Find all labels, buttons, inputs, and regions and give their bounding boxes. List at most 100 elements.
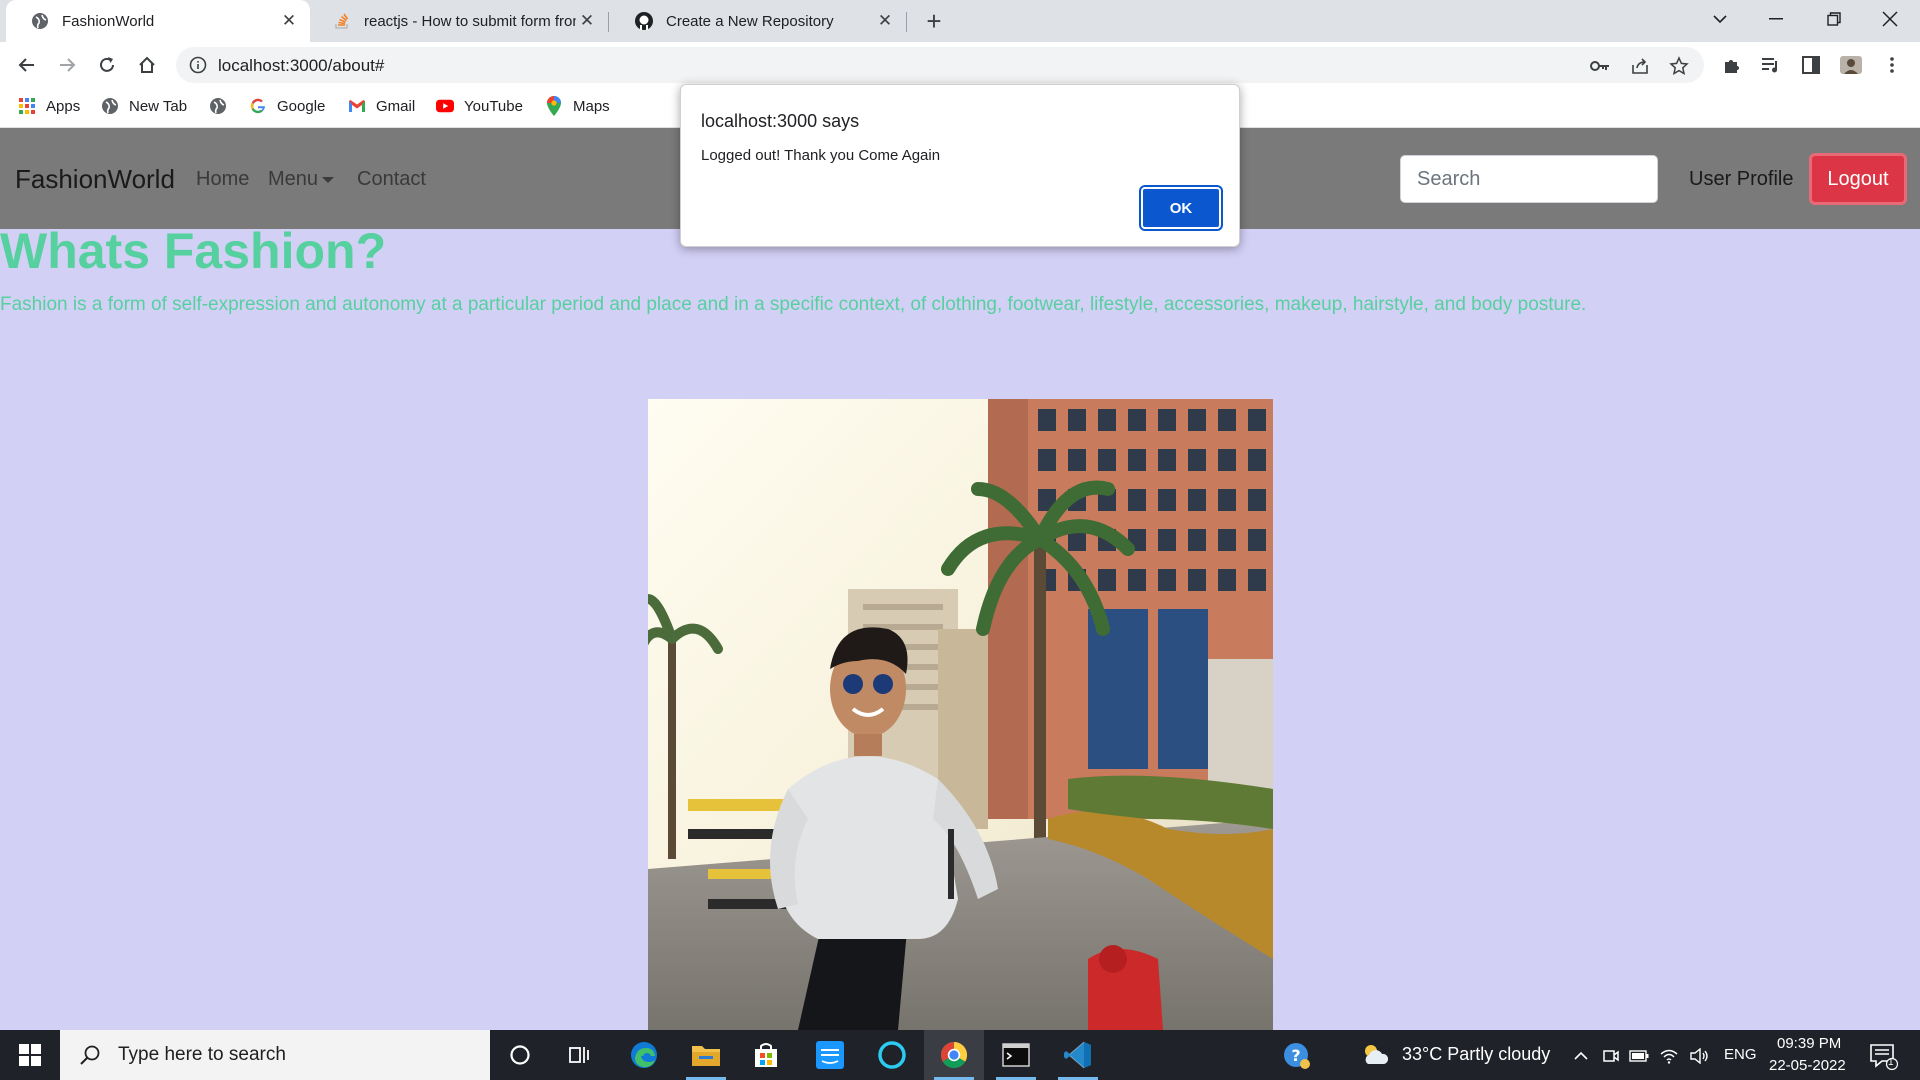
wifi-icon[interactable]: [1658, 1045, 1680, 1067]
globe-icon: [209, 97, 227, 115]
brand-link[interactable]: FashionWorld: [15, 164, 175, 195]
bookmark-apps[interactable]: Apps: [18, 88, 80, 124]
svg-text:?: ?: [1291, 1046, 1300, 1065]
vscode-icon[interactable]: [1048, 1030, 1108, 1080]
minimize-icon[interactable]: [1748, 0, 1804, 38]
bookmark-label: New Tab: [129, 97, 188, 115]
language-indicator[interactable]: ENG: [1724, 1046, 1757, 1063]
page-title: Whats Fashion?: [0, 223, 387, 279]
search-input[interactable]: [1400, 155, 1658, 203]
alexa-icon[interactable]: [862, 1030, 922, 1080]
share-icon[interactable]: [1629, 55, 1651, 77]
windows-taskbar: Type here to search ? 33°C Partly cloudy: [0, 1030, 1920, 1080]
address-bar[interactable]: localhost:3000/about#: [176, 47, 1704, 83]
bookmark-google[interactable]: Google: [249, 88, 325, 124]
nav-menu-dropdown[interactable]: Menu: [268, 168, 335, 191]
url-text: localhost:3000/about#: [218, 56, 385, 75]
new-tab-plus-icon[interactable]: +: [920, 6, 948, 36]
logout-button[interactable]: Logout: [1809, 153, 1907, 205]
battery-icon[interactable]: [1628, 1045, 1650, 1067]
back-arrow-icon[interactable]: [11, 49, 43, 81]
close-window-icon[interactable]: [1862, 0, 1918, 38]
nav-menu-label: Menu: [268, 168, 319, 190]
media-queue-icon[interactable]: [1759, 53, 1783, 77]
bookmark-new-tab[interactable]: New Tab: [101, 88, 187, 124]
bookmark-label: Google: [277, 97, 326, 115]
home-icon[interactable]: [131, 49, 163, 81]
globe-icon: [101, 97, 119, 115]
nav-contact-link[interactable]: Contact: [357, 168, 426, 191]
bookmark-label: Maps: [573, 97, 610, 115]
edge-icon[interactable]: [614, 1030, 674, 1080]
tab-search-chevron-icon[interactable]: [1692, 0, 1748, 38]
profile-avatar-icon[interactable]: [1839, 53, 1863, 77]
taskbar-search-placeholder: Type here to search: [118, 1044, 286, 1065]
bookmark-maps[interactable]: Maps: [545, 88, 610, 124]
tab-title: FashionWorld: [62, 12, 155, 30]
tab-separator: [906, 12, 907, 32]
tab-title: reactjs - How to submit form fron: [364, 12, 576, 30]
alert-dialog: localhost:3000 says Logged out! Thank yo…: [680, 84, 1240, 247]
tab-fashionworld[interactable]: FashionWorld ✕: [6, 0, 310, 42]
alert-ok-button[interactable]: OK: [1141, 187, 1221, 229]
tab-reactjs[interactable]: reactjs - How to submit form fron ✕: [308, 0, 608, 42]
file-explorer-icon[interactable]: [676, 1030, 736, 1080]
bookmark-gmail[interactable]: Gmail: [348, 88, 415, 124]
side-panel-icon[interactable]: [1799, 53, 1823, 77]
terminal-icon[interactable]: [986, 1030, 1046, 1080]
taskbar-search-box[interactable]: Type here to search: [60, 1030, 490, 1080]
close-icon[interactable]: ✕: [576, 10, 598, 32]
page-description: Fashion is a form of self-expression and…: [0, 294, 1587, 315]
google-icon: [249, 97, 267, 115]
maps-icon: [545, 96, 563, 116]
restore-icon[interactable]: [1806, 0, 1862, 38]
windows-start-icon[interactable]: [0, 1030, 60, 1080]
fashion-photo-illustration: [648, 399, 1273, 1030]
cortana-icon[interactable]: [490, 1030, 550, 1080]
bookmark-label: YouTube: [464, 97, 523, 115]
clock-time[interactable]: 09:39 PM: [1777, 1035, 1841, 1052]
browser-toolbar: localhost:3000/about#: [0, 42, 1920, 88]
bookmark-youtube[interactable]: YouTube: [436, 88, 523, 124]
gmail-icon: [348, 97, 366, 115]
volume-icon[interactable]: [1688, 1045, 1710, 1067]
extensions-puzzle-icon[interactable]: [1720, 53, 1744, 77]
tab-separator: [608, 12, 609, 32]
github-icon: [634, 11, 654, 31]
stackoverflow-icon: [332, 11, 352, 31]
alert-message: Logged out! Thank you Come Again: [701, 147, 941, 164]
notification-count: 1: [1888, 1057, 1894, 1068]
tab-create-repository[interactable]: Create a New Repository ✕: [610, 0, 906, 42]
notification-icon[interactable]: 1: [1868, 1042, 1898, 1070]
globe-icon: [30, 11, 50, 31]
reload-icon[interactable]: [91, 49, 123, 81]
meet-now-icon[interactable]: [1600, 1045, 1622, 1067]
weather-text[interactable]: 33°C Partly cloudy: [1402, 1044, 1550, 1065]
help-icon[interactable]: ?: [1283, 1042, 1311, 1070]
prime-video-icon[interactable]: [800, 1030, 860, 1080]
partly-cloudy-icon[interactable]: [1360, 1042, 1390, 1068]
task-view-icon[interactable]: [550, 1030, 610, 1080]
browser-tab-bar: FashionWorld ✕ reactjs - How to submit f…: [0, 0, 1920, 42]
user-profile-link[interactable]: User Profile: [1689, 168, 1793, 191]
close-icon[interactable]: ✕: [874, 10, 896, 32]
kebab-menu-icon[interactable]: [1880, 53, 1904, 77]
microsoft-store-icon[interactable]: [736, 1030, 796, 1080]
tab-title: Create a New Repository: [666, 12, 834, 30]
chevron-up-icon[interactable]: [1570, 1045, 1592, 1067]
close-icon[interactable]: ✕: [278, 10, 300, 32]
bookmark-globe[interactable]: [209, 88, 237, 124]
info-icon[interactable]: [188, 55, 208, 75]
bookmark-label: Gmail: [376, 97, 416, 115]
bookmark-label: Apps: [46, 97, 81, 115]
clock-date[interactable]: 22-05-2022: [1769, 1057, 1846, 1074]
youtube-icon: [436, 97, 454, 115]
bookmark-star-icon[interactable]: [1668, 55, 1690, 77]
alert-title: localhost:3000 says: [701, 111, 860, 131]
chrome-icon[interactable]: [924, 1030, 984, 1080]
key-icon[interactable]: [1589, 55, 1611, 77]
caret-down-icon: [322, 176, 335, 183]
search-icon: [70, 1030, 110, 1080]
forward-arrow-icon[interactable]: [51, 49, 83, 81]
nav-home-link[interactable]: Home: [196, 168, 249, 191]
